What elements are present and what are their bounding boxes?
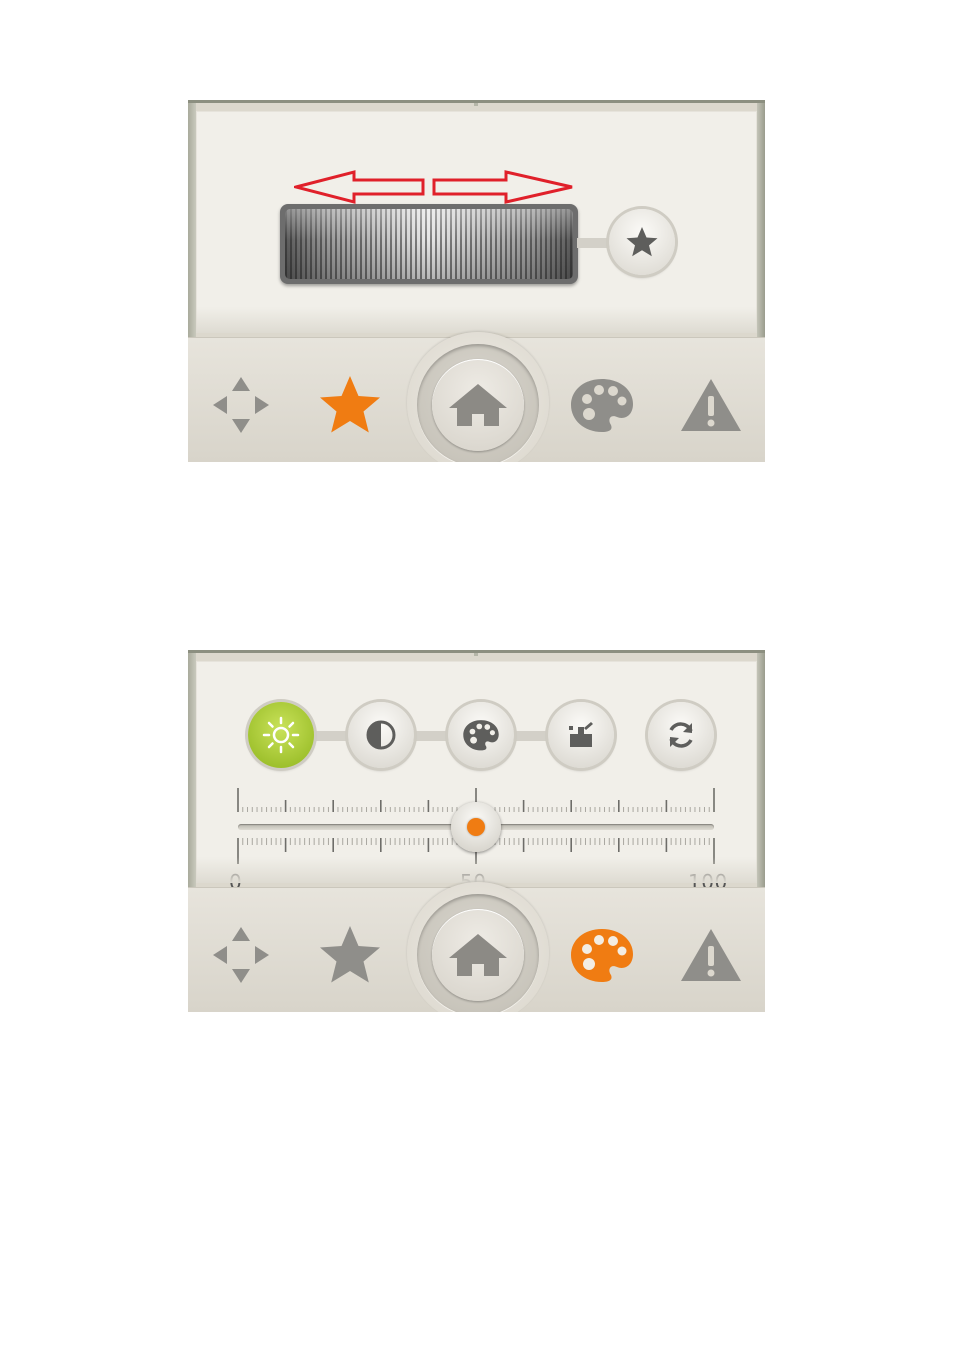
favorite-button[interactable] [609, 209, 675, 275]
move-arrows-icon [213, 927, 269, 983]
tool-connector [412, 731, 450, 741]
dial-connector [577, 238, 613, 248]
home-icon [449, 384, 507, 426]
sharpness-icon [569, 722, 593, 747]
drag-arrows [294, 170, 573, 204]
nav-color-button[interactable] [567, 920, 637, 990]
tool-connector [312, 731, 350, 741]
star-icon [320, 376, 380, 433]
panel-notch [474, 653, 478, 656]
panel-frame-right [757, 103, 765, 337]
contrast-tool-button[interactable] [348, 702, 414, 768]
bottom-nav-bar [188, 332, 765, 462]
home-button-cap [432, 359, 524, 451]
favorites-screen [196, 111, 757, 333]
nav-move-button[interactable] [206, 370, 276, 440]
image-adjust-screen: 0 50 100 [196, 661, 757, 894]
nav-warning-button[interactable] [676, 370, 746, 440]
nav-move-button[interactable] [206, 920, 276, 990]
adjust-panel: 0 50 100 [188, 650, 765, 1012]
home-button[interactable] [417, 344, 539, 462]
contrast-icon [366, 720, 396, 750]
nav-favorites-button[interactable] [315, 920, 385, 990]
home-button[interactable] [417, 894, 539, 1012]
color-tool-button[interactable] [448, 702, 514, 768]
panel-frame-right [757, 653, 765, 887]
palette-icon [571, 379, 633, 432]
brightness-icon [262, 716, 300, 754]
panel-frame-left [188, 653, 196, 887]
star-icon [626, 227, 658, 257]
move-arrows-icon [213, 377, 269, 433]
brightness-tool-button[interactable] [248, 702, 314, 768]
scroll-wheel-dial[interactable] [280, 204, 578, 284]
star-icon [320, 926, 380, 983]
panel-frame-left [188, 103, 196, 337]
sharpness-tool-button[interactable] [548, 702, 614, 768]
tool-connector [512, 731, 550, 741]
slider-thumb-dot [467, 818, 485, 836]
arrow-right-icon [432, 170, 573, 204]
reset-icon [669, 722, 693, 748]
arrow-left-icon [294, 170, 425, 204]
value-slider: 0 50 100 [229, 776, 727, 894]
favorites-panel [188, 100, 765, 462]
reset-tool-button[interactable] [648, 702, 714, 768]
nav-favorites-button[interactable] [315, 370, 385, 440]
palette-icon [571, 929, 633, 982]
nav-warning-button[interactable] [676, 920, 746, 990]
home-button-cap [432, 909, 524, 1001]
bottom-nav-bar [188, 882, 765, 1012]
warning-icon [681, 379, 741, 431]
nav-color-button[interactable] [567, 370, 637, 440]
slider-thumb[interactable] [451, 802, 501, 852]
palette-icon [463, 720, 499, 751]
home-icon [449, 934, 507, 976]
dial-ridges [285, 209, 573, 279]
panel-notch [474, 103, 478, 106]
warning-icon [681, 929, 741, 981]
